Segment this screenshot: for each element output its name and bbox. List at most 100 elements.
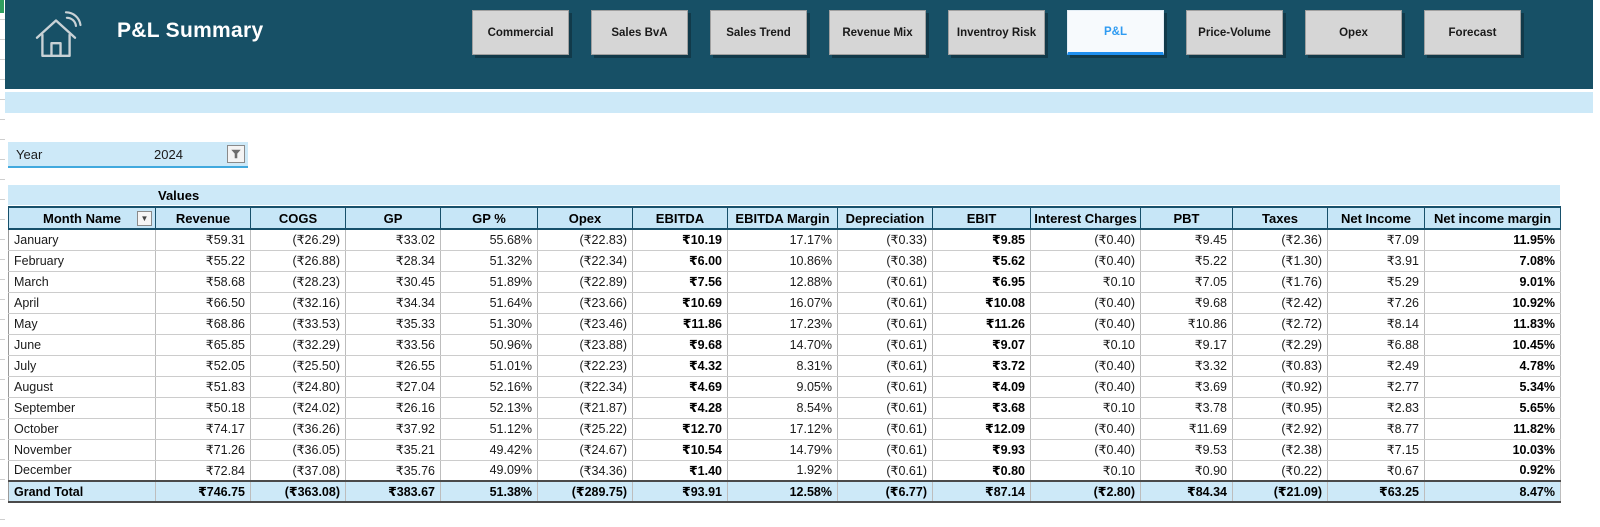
total-cell-cogs: (₹363.08) <box>250 480 346 503</box>
cell-ebit: ₹9.07 <box>932 334 1031 356</box>
col-header-month-name[interactable]: Month Name ▼ <box>8 206 156 230</box>
cell-pbt: ₹10.86 <box>1140 313 1233 335</box>
year-slicer-value[interactable]: 2024 <box>154 147 183 162</box>
nav-button-price-volume[interactable]: Price-Volume <box>1186 10 1283 55</box>
cell-net-income: ₹8.14 <box>1327 313 1425 335</box>
cell-ebitda-margin: 17.23% <box>727 313 838 335</box>
cell-net-income: ₹2.83 <box>1327 397 1425 419</box>
cell-gp: 51.32% <box>440 250 538 272</box>
cell-interest-charges: ₹0.10 <box>1030 397 1141 419</box>
cell-interest-charges: (₹0.40) <box>1030 439 1141 461</box>
cell-ebitda: ₹11.86 <box>632 313 728 335</box>
table-row-december: December ₹72.84 (₹37.08) ₹35.76 49.09% (₹34.3… <box>8 460 1561 482</box>
cell-cogs: (₹25.50) <box>250 355 346 377</box>
month-filter-dropdown[interactable]: ▼ <box>137 211 152 226</box>
cell-depreciation: (₹0.61) <box>837 355 933 377</box>
cell-taxes: (₹2.72) <box>1232 313 1328 335</box>
total-cell-net-income-margin: 8.47% <box>1424 480 1561 503</box>
cell-interest-charges: ₹0.10 <box>1030 334 1141 356</box>
nav-button-opex[interactable]: Opex <box>1305 10 1402 55</box>
cell-net-income-margin: 11.83% <box>1424 313 1561 335</box>
nav-button-sales-bva[interactable]: Sales BvA <box>591 10 688 55</box>
cell-depreciation: (₹0.61) <box>837 292 933 314</box>
cell-cogs: (₹26.29) <box>250 229 346 251</box>
cell-revenue: ₹71.26 <box>155 439 251 461</box>
cell-taxes: (₹0.92) <box>1232 376 1328 398</box>
table-row-september: September ₹50.18 (₹24.02) ₹26.16 52.13% (₹21.… <box>8 397 1561 419</box>
cell-taxes: (₹0.22) <box>1232 460 1328 482</box>
cell-ebitda-margin: 16.07% <box>727 292 838 314</box>
cell-depreciation: (₹0.61) <box>837 376 933 398</box>
cell-pbt: ₹9.53 <box>1140 439 1233 461</box>
col-header-pbt: PBT <box>1140 206 1233 230</box>
cell-month-name: November <box>8 439 156 461</box>
cell-gp: 49.09% <box>440 460 538 482</box>
cell-gp: ₹33.02 <box>345 229 441 251</box>
col-header-opex: Opex <box>537 206 633 230</box>
total-cell-ebitda-margin: 12.58% <box>727 480 838 503</box>
cell-pbt: ₹3.69 <box>1140 376 1233 398</box>
cell-revenue: ₹65.85 <box>155 334 251 356</box>
cell-opex: (₹23.88) <box>537 334 633 356</box>
cell-gp: 50.96% <box>440 334 538 356</box>
cell-depreciation: (₹0.33) <box>837 229 933 251</box>
pl-table-region: Values Month Name ▼ Revenue COGS GP GP % Opex E… <box>8 185 1561 503</box>
cell-net-income-margin: 5.65% <box>1424 397 1561 419</box>
table-row-march: March ₹58.68 (₹28.23) ₹30.45 51.89% (₹22.89) ₹… <box>8 271 1561 293</box>
cell-gp: ₹33.56 <box>345 334 441 356</box>
cell-net-income: ₹3.91 <box>1327 250 1425 272</box>
cell-month-name: February <box>8 250 156 272</box>
cell-taxes: (₹1.30) <box>1232 250 1328 272</box>
cell-opex: (₹25.22) <box>537 418 633 440</box>
cell-net-income-margin: 0.92% <box>1424 460 1561 482</box>
cell-net-income: ₹0.67 <box>1327 460 1425 482</box>
cell-ebitda-margin: 8.54% <box>727 397 838 419</box>
cell-net-income-margin: 11.82% <box>1424 418 1561 440</box>
table-row-july: July ₹52.05 (₹25.50) ₹26.55 51.01% (₹22.23) ₹4… <box>8 355 1561 377</box>
cell-depreciation: (₹0.61) <box>837 418 933 440</box>
nav-button-forecast[interactable]: Forecast <box>1424 10 1521 55</box>
cell-gp: ₹35.33 <box>345 313 441 335</box>
total-cell-ebit: ₹87.14 <box>932 480 1031 503</box>
nav-button-inventroy-risk[interactable]: Inventroy Risk <box>948 10 1045 55</box>
nav-button-sales-trend[interactable]: Sales Trend <box>710 10 807 55</box>
table-row-february: February ₹55.22 (₹26.88) ₹28.34 51.32% (₹22.3… <box>8 250 1561 272</box>
cell-ebitda: ₹10.69 <box>632 292 728 314</box>
year-slicer[interactable]: Year 2024 <box>8 142 248 168</box>
header-bar: P&L Summary Commercial Sales BvA Sales Tre… <box>5 0 1593 89</box>
nav-button-revenue-mix[interactable]: Revenue Mix <box>829 10 926 55</box>
cell-net-income: ₹2.77 <box>1327 376 1425 398</box>
cell-revenue: ₹72.84 <box>155 460 251 482</box>
cell-ebitda: ₹4.32 <box>632 355 728 377</box>
cell-ebitda-margin: 8.31% <box>727 355 838 377</box>
cell-cogs: (₹36.05) <box>250 439 346 461</box>
values-group-header: Values <box>8 185 1560 205</box>
cell-ebit: ₹3.72 <box>932 355 1031 377</box>
cell-revenue: ₹68.86 <box>155 313 251 335</box>
nav-button-p-l[interactable]: P&L <box>1067 10 1164 55</box>
cell-net-income-margin: 4.78% <box>1424 355 1561 377</box>
cell-gp: ₹34.34 <box>345 292 441 314</box>
cell-pbt: ₹7.05 <box>1140 271 1233 293</box>
nav-button-commercial[interactable]: Commercial <box>472 10 569 55</box>
cell-pbt: ₹9.68 <box>1140 292 1233 314</box>
cell-ebit: ₹12.09 <box>932 418 1031 440</box>
year-filter-button[interactable] <box>227 145 245 163</box>
col-header-taxes: Taxes <box>1232 206 1328 230</box>
cell-pbt: ₹3.32 <box>1140 355 1233 377</box>
cell-taxes: (₹2.29) <box>1232 334 1328 356</box>
cell-revenue: ₹66.50 <box>155 292 251 314</box>
cell-ebitda-margin: 10.86% <box>727 250 838 272</box>
cell-gp: 49.42% <box>440 439 538 461</box>
col-header-depreciation: Depreciation <box>837 206 933 230</box>
cell-taxes: (₹2.38) <box>1232 439 1328 461</box>
cell-ebitda: ₹7.56 <box>632 271 728 293</box>
cell-ebit: ₹6.95 <box>932 271 1031 293</box>
page-title: P&L Summary <box>117 19 264 42</box>
cell-gp: ₹26.55 <box>345 355 441 377</box>
pl-table: Month Name ▼ Revenue COGS GP GP % Opex EBITDA EB… <box>8 206 1561 503</box>
home-icon[interactable] <box>27 6 85 64</box>
cell-pbt: ₹3.78 <box>1140 397 1233 419</box>
cell-pbt: ₹0.90 <box>1140 460 1233 482</box>
cell-pbt: ₹11.69 <box>1140 418 1233 440</box>
